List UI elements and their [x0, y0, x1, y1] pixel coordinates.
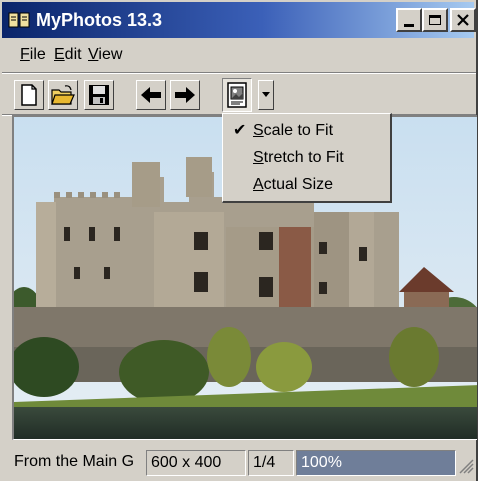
menu-item-scale-to-fit[interactable]: ✔ Scale to Fit	[225, 119, 389, 143]
menu-view-mnemonic: V	[88, 46, 99, 63]
menu-edit-mnemonic: E	[54, 46, 65, 63]
image-mode-icon	[227, 82, 247, 108]
image-mode-menu: ✔ Scale to Fit Stretch to Fit Actual Siz…	[222, 113, 392, 203]
previous-button[interactable]	[136, 80, 166, 110]
menu-file-label: ile	[29, 46, 46, 63]
menu-edit-label: dit	[64, 46, 82, 63]
title-bar[interactable]: MyPhotos 13.3	[2, 2, 476, 38]
window-title: MyPhotos 13.3	[36, 10, 163, 30]
resize-grip-icon[interactable]	[458, 458, 474, 474]
arrow-left-icon	[141, 87, 161, 103]
actual-size-label: ctual Size	[263, 176, 334, 193]
status-index: 1/4	[248, 450, 294, 476]
stretch-to-fit-label: tretch to Fit	[263, 149, 344, 166]
next-button[interactable]	[170, 80, 200, 110]
menu-view-label: iew	[98, 46, 123, 63]
minimize-icon	[404, 23, 414, 27]
status-caption: From the Main G	[14, 453, 135, 470]
save-disk-icon	[89, 85, 109, 105]
app-book-icon	[8, 12, 30, 28]
menu-item-stretch-to-fit[interactable]: Stretch to Fit	[225, 146, 389, 170]
stretch-to-fit-mnemonic: S	[253, 149, 264, 166]
close-button[interactable]	[450, 8, 476, 32]
image-mode-button[interactable]	[222, 78, 252, 112]
new-button[interactable]	[14, 80, 44, 110]
scale-to-fit-mnemonic: S	[253, 122, 264, 139]
minimize-button[interactable]	[396, 8, 422, 32]
menu-edit[interactable]: Edit	[54, 46, 82, 64]
status-bar: From the Main G 600 x 400 1/4 100%	[2, 446, 476, 479]
app-window: MyPhotos 13.3 File Edit View ✔ Scale to …	[0, 0, 478, 481]
new-file-icon	[21, 84, 37, 106]
open-folder-icon	[51, 85, 75, 105]
image-mode-dropdown-button[interactable]	[258, 80, 274, 110]
maximize-icon	[429, 15, 441, 25]
dropdown-arrow-icon	[262, 92, 270, 97]
scale-to-fit-label: cale to Fit	[263, 122, 334, 139]
menu-file-mnemonic: F	[20, 46, 30, 63]
save-button[interactable]	[84, 80, 114, 110]
menu-view[interactable]: View	[88, 46, 122, 64]
status-dimensions: 600 x 400	[146, 450, 246, 476]
arrow-right-icon	[175, 87, 195, 103]
maximize-button[interactable]	[422, 8, 448, 32]
menu-file[interactable]: File	[20, 46, 46, 64]
actual-size-mnemonic: A	[253, 176, 264, 193]
open-button[interactable]	[48, 80, 78, 110]
checkmark-icon: ✔	[233, 122, 247, 139]
menu-item-actual-size[interactable]: Actual Size	[225, 173, 389, 197]
menu-separator	[2, 72, 476, 74]
status-zoom: 100%	[296, 450, 456, 476]
menu-bar: File Edit View	[2, 42, 474, 68]
close-icon	[457, 14, 469, 26]
